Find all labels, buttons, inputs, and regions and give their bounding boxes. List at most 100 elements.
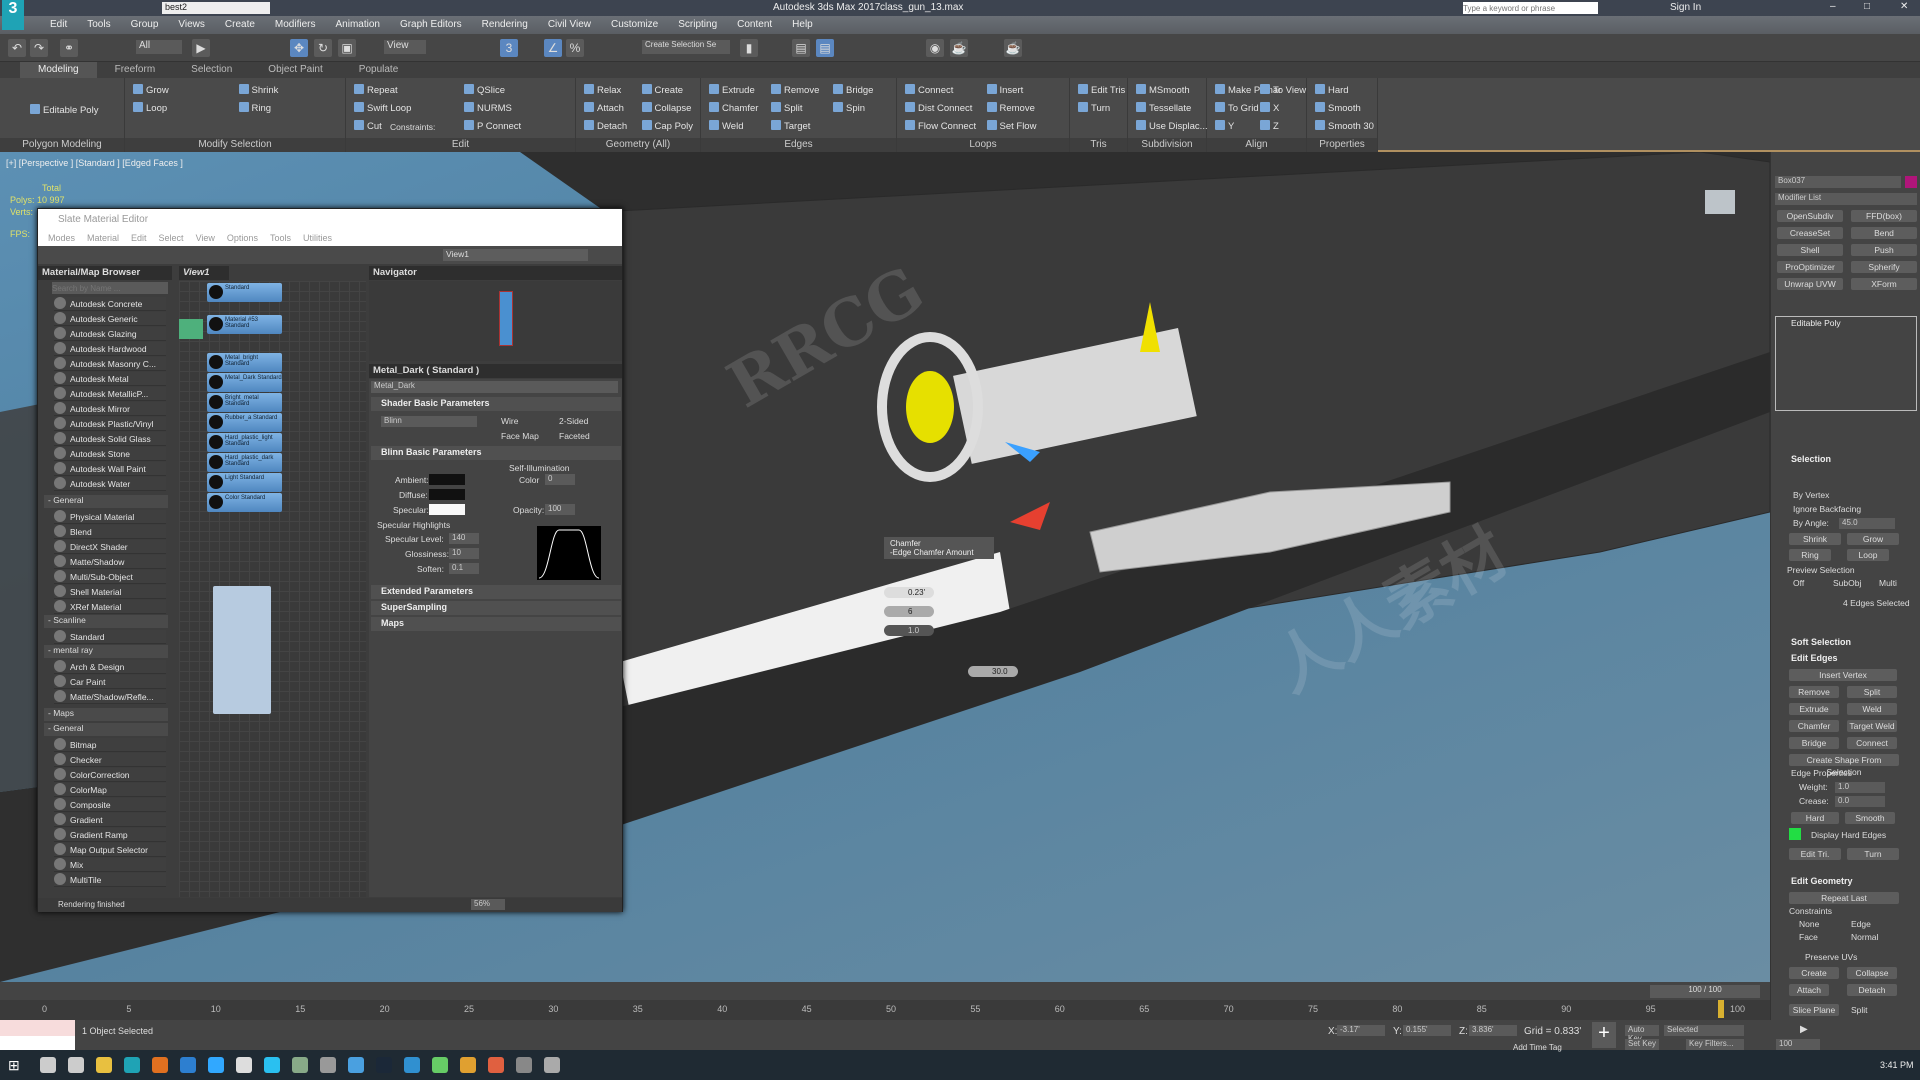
material-editor-icon[interactable]: ◉ xyxy=(926,39,944,57)
menu-civil-view[interactable]: Civil View xyxy=(538,16,601,34)
self-illum-color-field[interactable]: 0 xyxy=(545,474,575,485)
material-node[interactable]: Material #53 Standard xyxy=(207,315,282,334)
modifier-button[interactable]: Shell xyxy=(1777,244,1843,256)
browser-item[interactable]: XRef Material xyxy=(54,600,166,614)
browser-search-input[interactable] xyxy=(52,282,168,294)
ribbon-button-msmooth[interactable]: MSmooth xyxy=(1136,84,1190,96)
taskbar-app-icon[interactable] xyxy=(348,1057,364,1073)
ribbon-button-x[interactable]: X xyxy=(1260,102,1279,114)
ribbon-button-z[interactable]: Z xyxy=(1260,120,1279,132)
object-name-field[interactable]: Box037 xyxy=(1775,176,1901,188)
constraint-normal-radio[interactable]: Normal xyxy=(1851,932,1878,942)
menu-create[interactable]: Create xyxy=(215,16,265,34)
ambient-swatch[interactable] xyxy=(429,474,465,485)
specular-swatch[interactable] xyxy=(429,504,465,515)
collapse-button[interactable]: Collapse xyxy=(1847,967,1897,979)
taskbar-app-icon[interactable] xyxy=(516,1057,532,1073)
taskbar-app-icon[interactable] xyxy=(96,1057,112,1073)
ribbon-button-turn[interactable]: Turn xyxy=(1078,102,1110,114)
preview-multi-radio[interactable]: Multi xyxy=(1879,578,1897,588)
browser-item[interactable]: Autodesk Hardwood xyxy=(54,342,166,356)
slice-plane-button[interactable]: Slice Plane xyxy=(1789,1004,1839,1016)
panel-label[interactable]: Tris xyxy=(1070,138,1127,152)
ribbon-button-bridge[interactable]: Bridge xyxy=(833,84,873,96)
diffuse-swatch[interactable] xyxy=(429,489,465,500)
face-map-checkbox[interactable]: Face Map xyxy=(501,431,539,441)
auto-key-button[interactable]: Auto Key xyxy=(1625,1025,1659,1043)
ribbon-button-loop[interactable]: Loop xyxy=(133,102,167,114)
hard-button[interactable]: Hard xyxy=(1791,812,1839,824)
ribbon-button-extrude[interactable]: Extrude xyxy=(709,84,755,96)
ribbon-button-tessellate[interactable]: Tessellate xyxy=(1136,102,1191,114)
browser-item[interactable]: Autodesk Generic xyxy=(54,312,166,326)
ribbon-button-cap-poly[interactable]: Cap Poly xyxy=(642,120,694,132)
green-node[interactable] xyxy=(179,319,203,339)
menu-scripting[interactable]: Scripting xyxy=(668,16,727,34)
menu-group[interactable]: Group xyxy=(121,16,169,34)
shader-basic-rollout[interactable]: Shader Basic Parameters xyxy=(371,397,621,411)
key-filters-button[interactable]: Key Filters... xyxy=(1686,1039,1744,1050)
slate-menu-view[interactable]: View xyxy=(190,231,221,246)
material-node[interactable]: Bright_metal Standard xyxy=(207,393,282,412)
shader-type-dropdown[interactable]: Blinn xyxy=(381,416,477,427)
taskbar-app-icon[interactable] xyxy=(68,1057,84,1073)
connect-button[interactable]: Connect xyxy=(1847,737,1897,749)
start-icon[interactable]: ⊞ xyxy=(8,1057,20,1074)
ribbon-button-chamfer[interactable]: Chamfer xyxy=(709,102,758,114)
browser-item[interactable]: Autodesk Glazing xyxy=(54,327,166,341)
mirror-icon[interactable]: ▮ xyxy=(740,39,758,57)
grow-button[interactable]: Grow xyxy=(1847,533,1899,545)
extrude-button[interactable]: Extrude xyxy=(1789,703,1839,715)
browser-item[interactable]: ColorCorrection xyxy=(54,768,166,782)
move-icon[interactable]: ✥ xyxy=(290,39,308,57)
ribbon-button-to-view[interactable]: To View xyxy=(1260,84,1306,96)
edit-geometry-rollout[interactable]: Edit Geometry xyxy=(1791,876,1853,886)
menu-modifiers[interactable]: Modifiers xyxy=(265,16,326,34)
taskbar-app-icon[interactable] xyxy=(152,1057,168,1073)
taskbar-app-icon[interactable] xyxy=(264,1057,280,1073)
render-icon[interactable]: ☕ xyxy=(1004,39,1022,57)
browser-group[interactable]: - Scanline xyxy=(44,615,168,628)
view-select-dropdown[interactable]: View1 xyxy=(443,249,588,261)
by-vertex-checkbox[interactable]: By Vertex xyxy=(1793,490,1829,500)
material-name-field[interactable]: Metal_Dark xyxy=(371,381,618,393)
ribbon-button-nurms[interactable]: NURMS xyxy=(464,102,512,114)
rotate-icon[interactable]: ↻ xyxy=(314,39,332,57)
taskbar-app-icon[interactable] xyxy=(124,1057,140,1073)
taskbar-app-icon[interactable] xyxy=(320,1057,336,1073)
ribbon-button-split[interactable]: Split xyxy=(771,102,802,114)
browser-item[interactable]: Autodesk Concrete xyxy=(54,297,166,311)
caddy-amount-field[interactable]: 0.23' xyxy=(884,587,934,598)
ribbon-tab-object-paint[interactable]: Object Paint xyxy=(250,62,340,78)
set-key-button[interactable]: Set Key xyxy=(1625,1039,1659,1050)
ring-button[interactable]: Ring xyxy=(1789,549,1831,561)
edit-tri-button[interactable]: Edit Tri. xyxy=(1789,848,1841,860)
browser-group[interactable]: - General xyxy=(44,723,168,736)
caddy-tension-field[interactable]: 1.0 xyxy=(884,625,934,636)
browser-item[interactable]: MultiTile xyxy=(54,873,166,887)
create-button[interactable]: Create xyxy=(1789,967,1839,979)
loop-button[interactable]: Loop xyxy=(1847,549,1889,561)
target-weld-button[interactable]: Target Weld xyxy=(1847,720,1897,732)
weld-button[interactable]: Weld xyxy=(1847,703,1897,715)
ribbon-button-repeat[interactable]: Repeat xyxy=(354,84,398,96)
current-frame-field[interactable]: 100 xyxy=(1776,1039,1820,1050)
maps-rollout[interactable]: Maps xyxy=(371,617,621,631)
preserve-uvs-checkbox[interactable]: Preserve UVs xyxy=(1805,952,1857,962)
caddy-angle-field[interactable]: 30.0 xyxy=(968,666,1018,677)
browser-item[interactable]: DirectX Shader xyxy=(54,540,166,554)
browser-group[interactable]: - mental ray xyxy=(44,645,168,658)
sign-in-button[interactable]: Sign In xyxy=(1670,2,1701,13)
edit-edges-rollout[interactable]: Edit Edges xyxy=(1791,653,1838,663)
selected-set-dropdown[interactable]: Selected xyxy=(1664,1025,1744,1036)
crease-field[interactable]: 0.0 xyxy=(1835,796,1885,807)
browser-item[interactable]: Autodesk Metal xyxy=(54,372,166,386)
ribbon-button-grow[interactable]: Grow xyxy=(133,84,169,96)
taskbar-app-icon[interactable] xyxy=(488,1057,504,1073)
modifier-button[interactable]: FFD(box) xyxy=(1851,210,1917,222)
panel-label[interactable]: Loops xyxy=(897,138,1069,152)
browser-item[interactable]: Autodesk Plastic/Vinyl xyxy=(54,417,166,431)
scene-explorer-icon[interactable]: ▤ xyxy=(792,39,810,57)
panel-label[interactable]: Edit xyxy=(346,138,575,152)
taskbar-app-icon[interactable] xyxy=(376,1057,392,1073)
